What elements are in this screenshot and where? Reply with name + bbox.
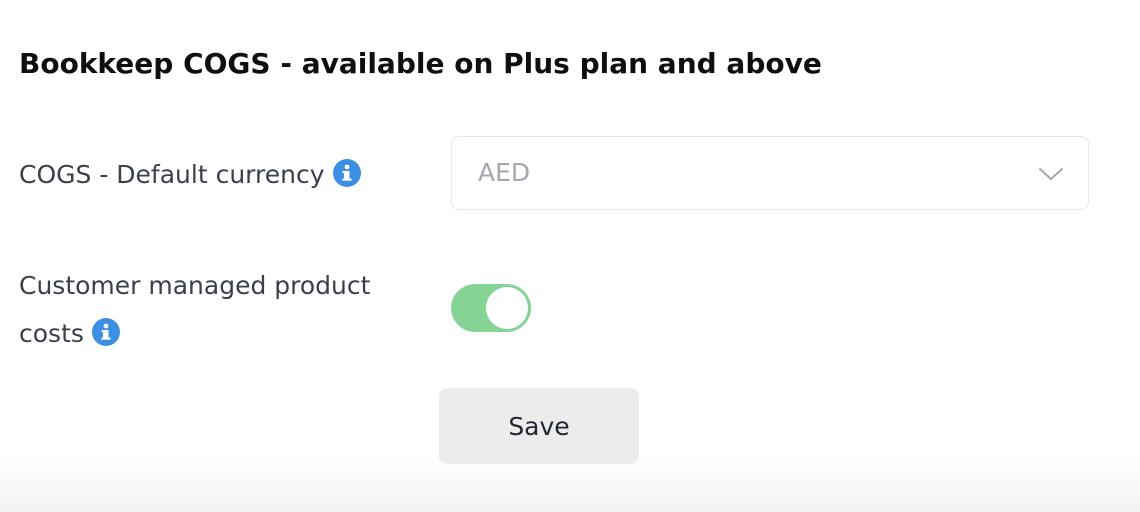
costs-setting-label-line1: Customer managed product (19, 271, 371, 300)
cogs-settings-panel: Bookkeep COGS - available on Plus plan a… (0, 0, 1140, 512)
save-button[interactable]: Save (439, 388, 639, 464)
info-icon[interactable] (332, 159, 361, 187)
costs-setting-label-line2: costs (19, 319, 84, 348)
chevron-down-icon (1039, 168, 1063, 180)
currency-select-value: AED (478, 158, 531, 187)
currency-select[interactable]: AED (451, 136, 1089, 210)
info-icon[interactable] (91, 318, 120, 346)
costs-setting-label-block: Customer managed product costs (19, 262, 370, 358)
toggle-knob (486, 287, 528, 329)
customer-managed-costs-toggle[interactable] (451, 284, 531, 332)
currency-setting-label-row: COGS - Default currency (19, 151, 361, 199)
section-title: Bookkeep COGS - available on Plus plan a… (19, 47, 822, 80)
costs-setting-label-line2-row: costs (19, 310, 370, 358)
currency-setting-label: COGS - Default currency (19, 160, 325, 189)
